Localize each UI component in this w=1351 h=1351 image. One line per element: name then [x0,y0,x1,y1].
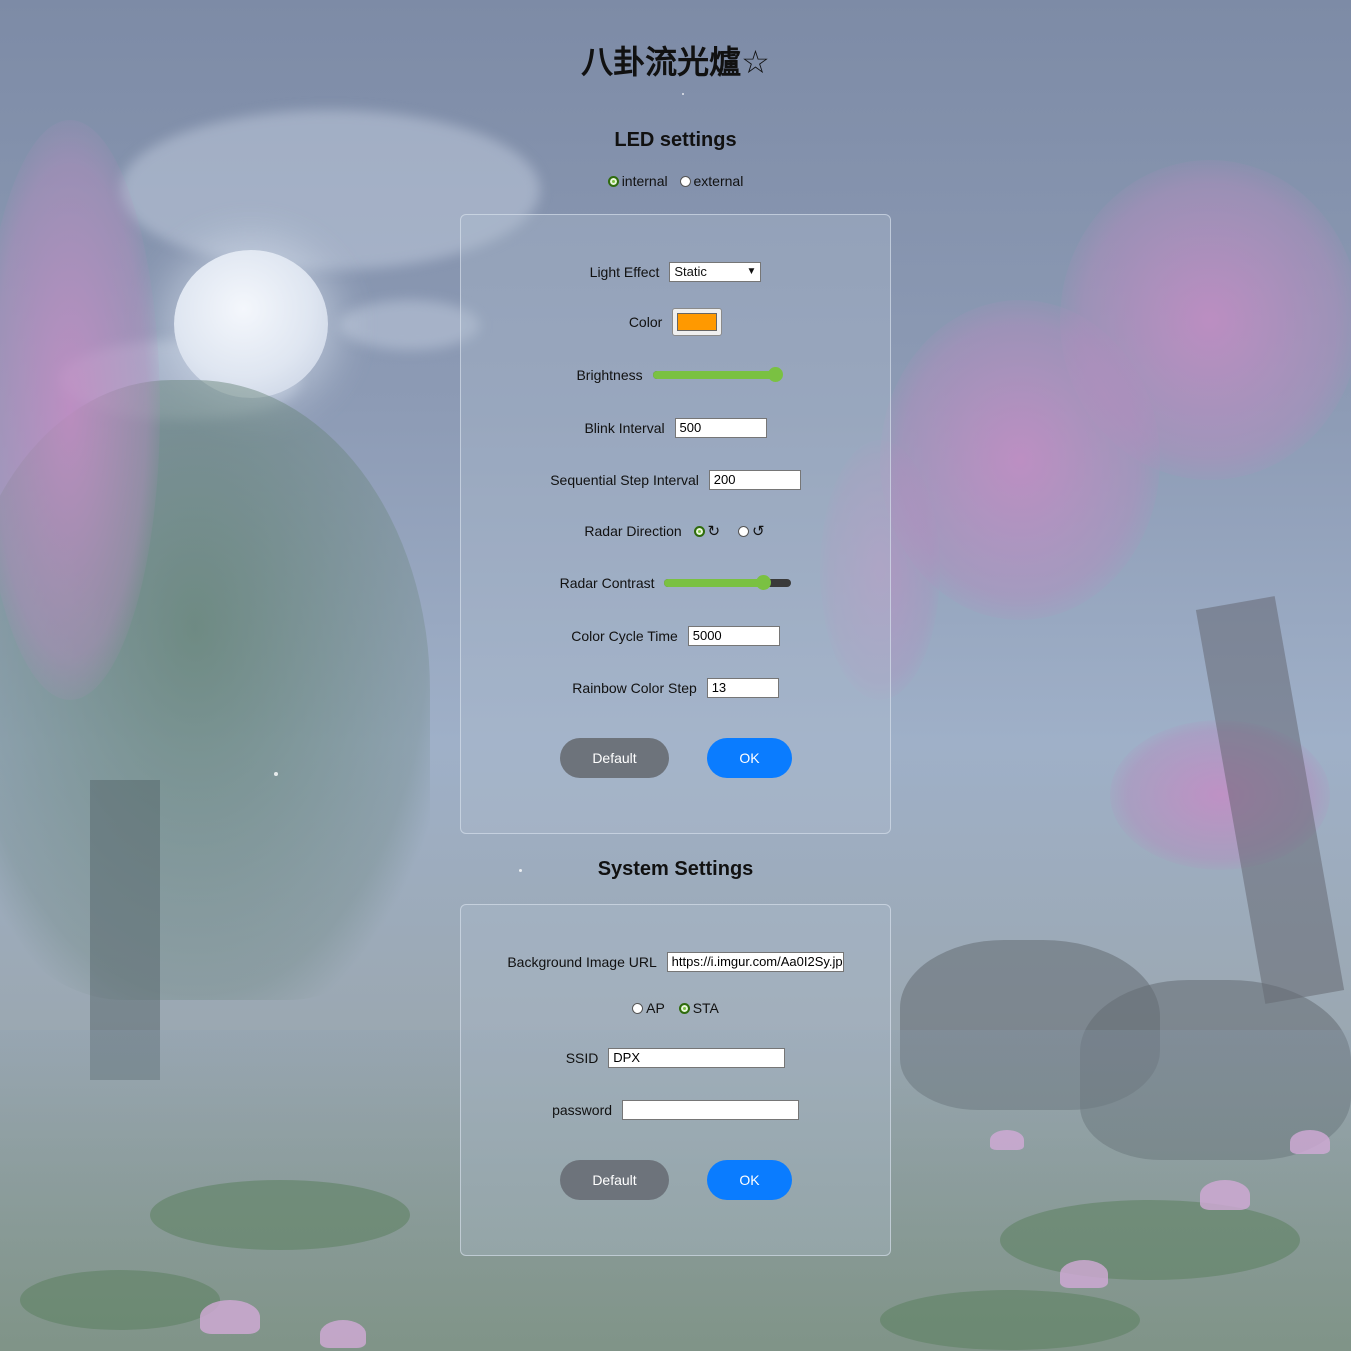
color-cycle-input[interactable]: 5000 [687,626,780,646]
system-ok-button[interactable]: OK [707,1160,792,1200]
radio-external-label: external [693,173,744,189]
chevron-down-icon: ▼ [746,266,757,277]
system-buttons-row: Default OK [461,1160,890,1200]
brightness-row: Brightness [461,366,890,383]
page-title: 八卦流光爐☆ [581,43,770,81]
light-effect-label: Light Effect [589,264,660,280]
bg-url-label: Background Image URL [507,954,657,970]
radio-ap-label: AP [646,1000,665,1017]
wifi-mode-sta[interactable]: STA [678,1000,719,1017]
radio-sta-label: STA [692,1000,719,1017]
led-mode-group: internal external [0,173,1351,189]
radio-clockwise[interactable] [693,526,705,538]
led-mode-external[interactable]: external [679,173,744,189]
system-settings-panel: Background Image URL https://i.imgur.com… [460,904,891,1256]
radar-contrast-row: Radar Contrast [461,574,890,591]
radio-counterclockwise[interactable] [738,526,750,538]
radio-internal[interactable] [607,176,619,187]
color-cycle-label: Color Cycle Time [571,628,678,644]
radar-direction-counterclockwise[interactable]: ↺ [738,522,765,540]
led-settings-heading: LED settings [614,129,737,151]
bg-url-row: Background Image URL https://i.imgur.com… [461,952,890,972]
color-row: Color [461,308,890,336]
rotate-clockwise-icon: ↻ [707,523,721,541]
rainbow-step-label: Rainbow Color Step [572,680,697,696]
brightness-slider-knob[interactable] [767,367,783,383]
brightness-label: Brightness [576,367,643,384]
color-swatch [677,313,718,331]
color-picker[interactable] [672,308,723,336]
wifi-mode-ap[interactable]: AP [632,1000,665,1016]
radar-contrast-slider-knob[interactable] [756,575,772,591]
brightness-slider-fill [652,371,775,380]
sequential-step-input[interactable]: 200 [708,470,801,490]
led-default-button[interactable]: Default [560,738,669,778]
radio-ap[interactable] [632,1003,644,1015]
brightness-slider[interactable] [652,367,783,383]
sequential-step-row: Sequential Step Interval 200 [461,470,890,490]
blink-interval-row: Blink Interval 500 [461,418,890,438]
rotate-counterclockwise-icon: ↺ [752,523,765,541]
light-effect-select[interactable]: Static ▼ [669,262,762,282]
password-label: password [552,1102,613,1118]
bg-url-input[interactable]: https://i.imgur.com/Aa0I2Sy.jpg [666,952,844,972]
password-row: password [461,1100,890,1120]
led-ok-button[interactable]: OK [707,738,792,778]
radar-direction-row: Radar Direction ↻ ↺ [461,522,890,540]
radio-external[interactable] [679,176,691,187]
rainbow-step-input[interactable]: 13 [706,678,779,698]
color-label: Color [628,314,663,330]
system-default-button[interactable]: Default [560,1160,669,1200]
blink-interval-label: Blink Interval [584,420,665,436]
color-cycle-row: Color Cycle Time 5000 [461,626,890,646]
radio-internal-label: internal [621,173,668,189]
ssid-row: SSID DPX [461,1048,890,1068]
radar-direction-clockwise[interactable]: ↻ [693,522,721,541]
password-input[interactable] [621,1100,799,1120]
light-effect-row: Light Effect Static ▼ [461,262,890,282]
wifi-mode-row: AP STA [461,999,890,1016]
sequential-step-label: Sequential Step Interval [550,472,699,488]
led-settings-panel: Light Effect Static ▼ Color Brightness Bl… [460,214,891,834]
radar-contrast-label: Radar Contrast [559,575,655,592]
radar-contrast-slider-fill [664,579,764,588]
radar-contrast-slider[interactable] [664,575,792,591]
ssid-label: SSID [565,1050,599,1066]
rainbow-step-row: Rainbow Color Step 13 [461,678,890,698]
system-settings-heading: System Settings [597,858,754,880]
ssid-input[interactable]: DPX [608,1048,786,1068]
light-effect-value: Static [674,264,707,279]
blink-interval-input[interactable]: 500 [674,418,767,438]
radar-direction-label: Radar Direction [584,523,682,540]
led-mode-internal[interactable]: internal [607,173,668,189]
led-buttons-row: Default OK [461,738,890,778]
radio-sta[interactable] [678,1003,690,1015]
moon-image [174,250,328,398]
